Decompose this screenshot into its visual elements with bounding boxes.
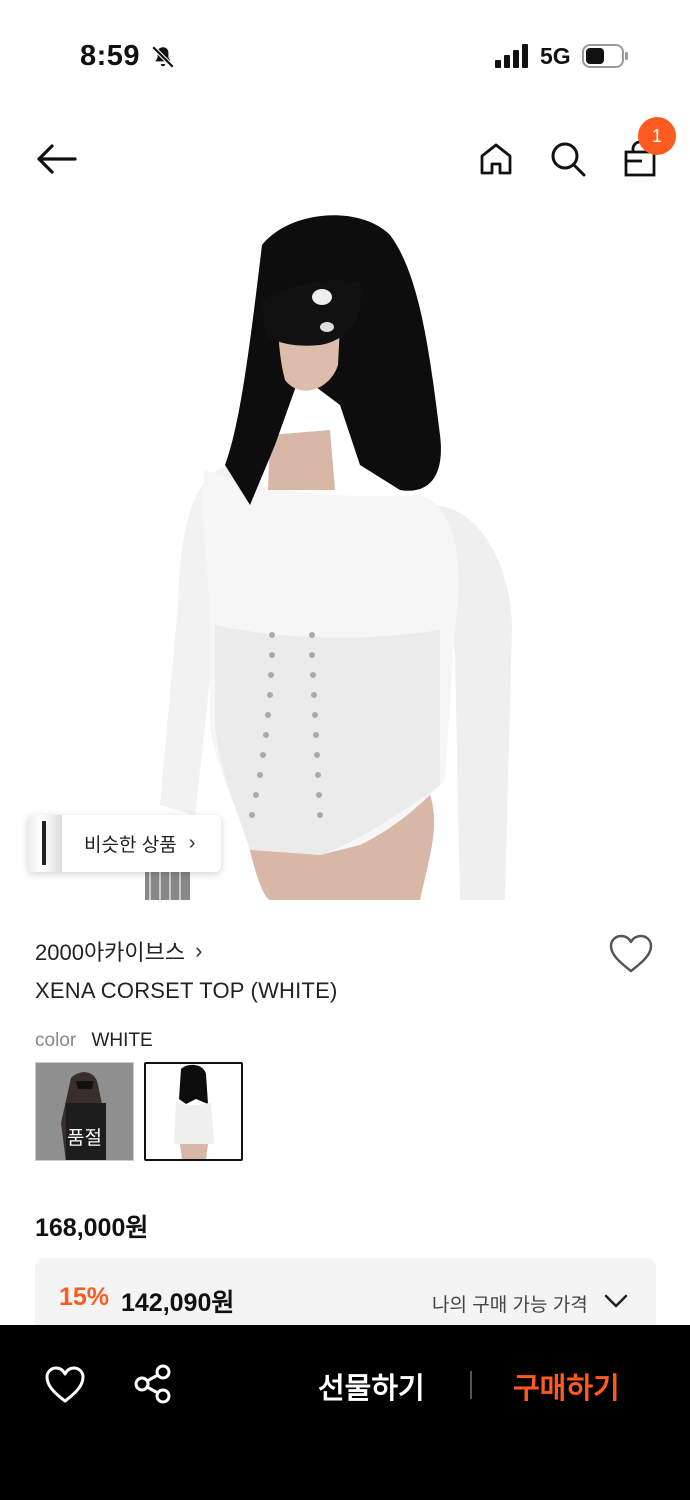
nav-bar bbox=[0, 112, 690, 202]
bottom-action-bar: 선물하기 구매하기 bbox=[0, 1325, 690, 1500]
cart-count-badge: 1 bbox=[638, 117, 676, 155]
swatch-white-photo bbox=[146, 1064, 241, 1159]
back-arrow-icon bbox=[37, 144, 77, 174]
search-icon bbox=[551, 142, 586, 177]
color-value: WHITE bbox=[91, 1030, 153, 1051]
similar-products-label: 비슷한 상품 bbox=[84, 835, 177, 856]
back-button[interactable] bbox=[28, 134, 84, 184]
chevron-down-icon[interactable] bbox=[603, 1288, 629, 1314]
discount-rate: 15% bbox=[59, 1283, 110, 1311]
chevron-right-icon: › bbox=[188, 832, 196, 854]
similar-products-button[interactable]: 비슷한 상품 › bbox=[28, 815, 221, 872]
bell-off-icon bbox=[151, 45, 175, 69]
my-price-label: 나의 구매 가능 가격 bbox=[432, 1295, 588, 1316]
product-image[interactable] bbox=[0, 205, 690, 900]
color-key: color bbox=[35, 1030, 77, 1051]
heart-icon bbox=[45, 1366, 85, 1403]
discount-price: 142,090원 bbox=[121, 1289, 235, 1317]
battery-icon bbox=[582, 44, 628, 68]
chevron-right-icon: › bbox=[195, 938, 203, 963]
share-icon bbox=[134, 1364, 171, 1404]
original-price: 168,000원 bbox=[35, 1214, 149, 1242]
brand-link[interactable]: 2000아카이브스 › bbox=[35, 935, 202, 967]
brand-name: 2000아카이브스 bbox=[35, 940, 186, 965]
home-button[interactable] bbox=[472, 134, 520, 184]
search-button[interactable] bbox=[544, 134, 592, 184]
network-label: 5G bbox=[540, 43, 571, 69]
similar-thumbnail bbox=[28, 815, 62, 872]
heart-icon bbox=[609, 934, 653, 973]
share-button[interactable] bbox=[132, 1363, 174, 1405]
product-photo bbox=[0, 205, 690, 900]
status-bar: 8:59 5G bbox=[0, 0, 690, 112]
gift-button[interactable]: 선물하기 bbox=[318, 1365, 425, 1407]
soldout-label: 품절 bbox=[67, 1128, 102, 1149]
signal-icon bbox=[495, 44, 528, 68]
home-icon bbox=[480, 143, 512, 175]
color-swatch-black[interactable]: 품절 bbox=[35, 1062, 134, 1161]
color-swatch-white[interactable] bbox=[144, 1062, 243, 1161]
wishlist-button[interactable] bbox=[608, 933, 654, 975]
divider bbox=[470, 1371, 472, 1399]
buy-button[interactable]: 구매하기 bbox=[513, 1365, 620, 1407]
color-row: color WHITE bbox=[35, 1030, 153, 1052]
status-time: 8:59 bbox=[80, 40, 141, 72]
product-title: XENA CORSET TOP (WHITE) bbox=[35, 978, 338, 1003]
like-button[interactable] bbox=[44, 1365, 86, 1405]
